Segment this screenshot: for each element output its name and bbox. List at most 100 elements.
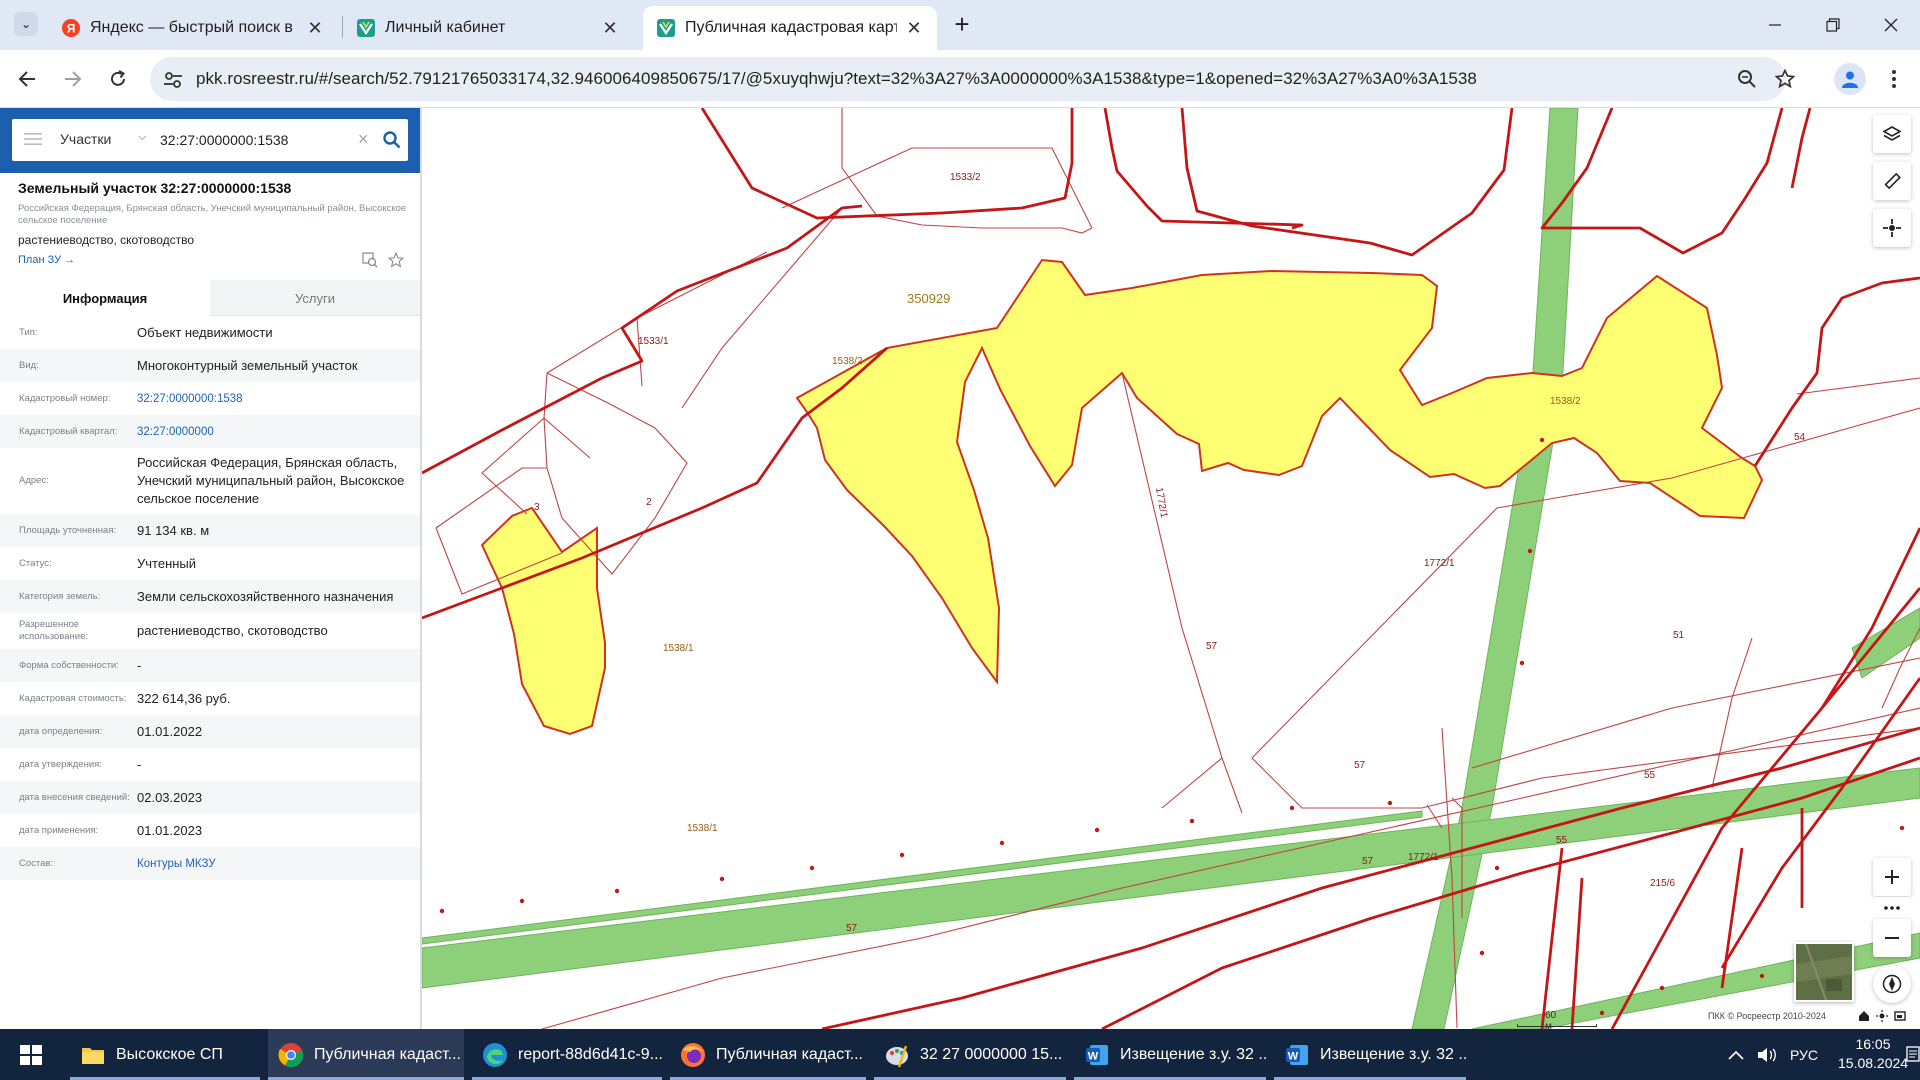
taskbar-item-firefox[interactable]: Публичная кадаст... <box>670 1029 866 1080</box>
close-icon[interactable]: ✕ <box>601 18 619 39</box>
parcel-plan-link[interactable]: План ЗУ → <box>18 254 75 266</box>
search-input[interactable] <box>160 129 360 151</box>
property-row: Кадастровый номер: 32:27:0000000:1538 <box>0 382 420 415</box>
property-value: Объект недвижимости <box>137 324 273 340</box>
taskbar-item-word-1[interactable]: W Извещение з.у. 32 ... <box>1074 1029 1266 1080</box>
property-value: Учтенный <box>137 555 197 571</box>
rosreestr-icon <box>357 19 375 37</box>
favorite-star-icon[interactable] <box>388 252 404 268</box>
tab-yandex[interactable]: Я Яндекс — быстрый поиск в интернете ✕ <box>48 6 338 50</box>
more-horiz-icon <box>1884 906 1900 910</box>
minimize-icon <box>1769 24 1781 26</box>
system-clock[interactable]: 16:05 15.08.2024 <box>1838 1035 1908 1073</box>
firefox-icon <box>681 1042 705 1067</box>
word-icon: W <box>1086 1044 1108 1065</box>
property-row: дата определения: 01.01.2022 <box>0 715 420 748</box>
zoom-out-button[interactable] <box>1873 919 1911 957</box>
browser-toolbar: pkk.rosreestr.ru/#/search/52.79121765033… <box>0 50 1920 108</box>
property-row: Форма собственности: - <box>0 649 420 682</box>
tab-list-button[interactable]: ⌄ <box>14 12 38 36</box>
zoom-to-object-icon[interactable] <box>362 252 378 268</box>
property-row: Разрешенное использование: растениеводств… <box>0 613 420 649</box>
browser-menu-button[interactable] <box>1882 64 1906 94</box>
clear-search-icon[interactable]: × <box>358 129 369 150</box>
close-window-button[interactable] <box>1868 10 1914 40</box>
layers-button[interactable] <box>1873 115 1911 153</box>
notifications-icon[interactable] <box>1906 1045 1920 1063</box>
property-label: дата определения: <box>19 725 103 737</box>
language-indicator[interactable]: РУС <box>1790 1029 1818 1080</box>
taskbar-item-edge[interactable]: report-88d6d41c-9... <box>472 1029 662 1080</box>
sun-icon[interactable] <box>1876 1010 1888 1022</box>
property-label: Площадь уточненная: <box>19 524 117 536</box>
cadastral-map[interactable]: 1533/2 350929 1533/1 1538/2 1538/2 54 17… <box>422 108 1920 1029</box>
taskbar-item-chrome[interactable]: Публичная кадаст... <box>268 1029 464 1080</box>
property-row: Вид: Многоконтурный земельный участок <box>0 349 420 382</box>
rosreestr-icon <box>657 19 675 37</box>
property-list: Тип: Объект недвижимости Вид: Многоконтурн… <box>0 316 420 880</box>
close-icon[interactable]: ✕ <box>905 18 923 39</box>
tab-title: Публичная кадастровая карта <box>685 19 897 36</box>
home-icon[interactable] <box>1858 1010 1870 1022</box>
url-text[interactable]: pkk.rosreestr.ru/#/search/52.79121765033… <box>196 69 1477 89</box>
forward-button[interactable] <box>57 64 87 94</box>
speaker-icon <box>1758 1047 1776 1062</box>
map-label: 1772/1 <box>1424 558 1455 569</box>
reload-button[interactable] <box>103 64 133 94</box>
volume-control[interactable] <box>1756 1029 1778 1080</box>
fullscreen-icon[interactable] <box>1894 1010 1906 1022</box>
parcel-address: Российская Федерация, Брянская область, … <box>18 203 407 226</box>
property-row: Кадастровая стоимость: 322 614,36 руб. <box>0 682 420 715</box>
search-category-select[interactable]: Участки <box>60 131 111 147</box>
property-value: Земли сельскохозяйственного назначения <box>137 588 394 604</box>
copyright-text: ПКК © Росреестр 2010-2024 <box>1708 1011 1826 1021</box>
property-label: Вид: <box>19 359 39 371</box>
property-label: дата утверждения: <box>19 758 102 770</box>
tab-personal-cabinet[interactable]: Личный кабинет ✕ <box>343 6 633 50</box>
clock-time: 16:05 <box>1855 1036 1891 1052</box>
windows-start-icon[interactable] <box>10 1041 52 1069</box>
profile-avatar[interactable] <box>1834 63 1866 95</box>
site-settings-icon[interactable] <box>162 69 184 91</box>
zoom-more-button[interactable] <box>1873 897 1911 919</box>
close-icon[interactable]: ✕ <box>306 18 324 39</box>
taskbar-item-paint[interactable]: 32 27 0000000 15... <box>874 1029 1066 1080</box>
property-value: 02.03.2023 <box>137 789 203 805</box>
taskbar-item-word-2[interactable]: W Извещение з.у. 32 ... <box>1274 1029 1466 1080</box>
bookmark-star-icon[interactable] <box>1774 68 1796 90</box>
cadastral-number-link[interactable]: 32:27:0000000:1538 <box>137 390 420 408</box>
show-hidden-icons[interactable] <box>1728 1029 1744 1080</box>
tab-public-cadastral-map[interactable]: Публичная кадастровая карта ✕ <box>643 6 937 50</box>
restore-button[interactable] <box>1810 10 1856 40</box>
cadastral-quarter-link[interactable]: 32:27:0000000 <box>137 423 420 441</box>
chevron-down-icon[interactable]: ⌵ <box>138 131 146 144</box>
tab-information[interactable]: Информация <box>0 280 210 316</box>
map-label: 51 <box>1673 630 1685 641</box>
new-tab-button[interactable]: + <box>949 11 975 38</box>
plus-icon <box>1885 870 1899 884</box>
map-label: 1538/1 <box>663 643 694 654</box>
property-label: Кадастровый номер: <box>19 392 111 404</box>
taskbar-item-folder[interactable]: Высокское СП <box>70 1029 260 1080</box>
map-label: 57 <box>1354 760 1366 771</box>
measure-button[interactable] <box>1873 162 1911 200</box>
zoom-icon[interactable] <box>1736 68 1758 90</box>
compass-button[interactable] <box>1873 965 1911 1003</box>
tab-services[interactable]: Услуги <box>210 280 420 316</box>
search-icon[interactable] <box>382 130 402 150</box>
address-bar[interactable]: pkk.rosreestr.ru/#/search/52.79121765033… <box>150 57 1795 101</box>
map-canvas[interactable]: 1533/2 350929 1533/1 1538/2 1538/2 54 17… <box>422 108 1920 1029</box>
close-icon <box>1884 18 1898 32</box>
back-button[interactable] <box>13 64 43 94</box>
layers-icon <box>1883 126 1901 141</box>
basemap-switcher[interactable] <box>1794 942 1854 1002</box>
compass-icon <box>1882 974 1902 994</box>
arrow-left-icon <box>18 71 35 87</box>
property-value: - <box>137 657 142 673</box>
locate-button[interactable] <box>1873 209 1911 247</box>
hamburger-menu-icon[interactable] <box>24 131 42 147</box>
property-row: Категория земель: Земли сельскохозяйствен… <box>0 580 420 613</box>
contours-link[interactable]: Контуры МКЗУ <box>137 855 420 873</box>
minimize-button[interactable] <box>1752 10 1798 40</box>
zoom-in-button[interactable] <box>1873 858 1911 896</box>
